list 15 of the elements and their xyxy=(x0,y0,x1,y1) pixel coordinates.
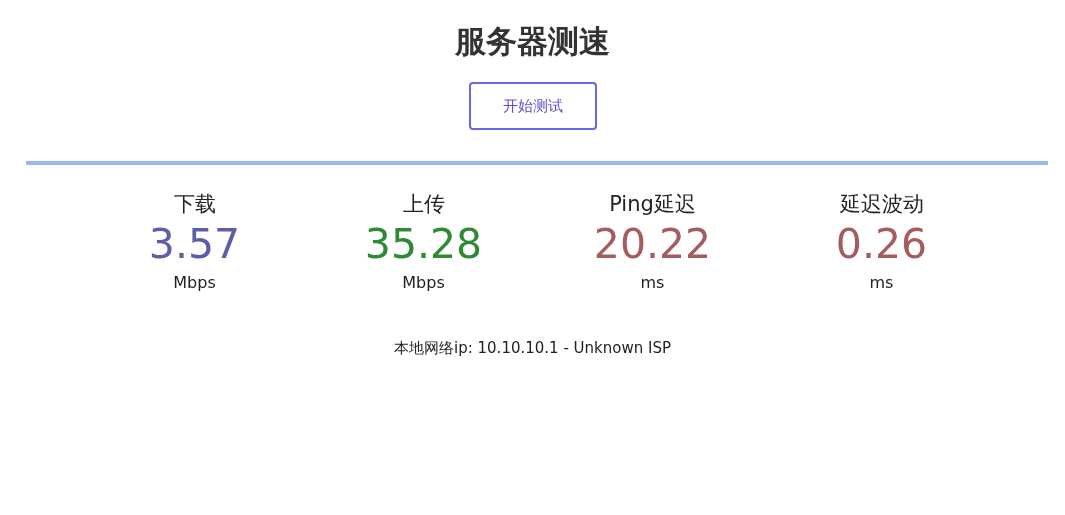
start-test-button[interactable]: 开始测试 xyxy=(468,82,597,130)
metric-value: 35.28 xyxy=(364,219,483,269)
metric-value: 0.26 xyxy=(835,219,928,269)
metric-unit: Mbps xyxy=(402,273,445,293)
page-title: 服务器测速 xyxy=(453,22,611,61)
metric-label: 上传 xyxy=(402,191,445,218)
ip-info-text: 本地网络ip: 10.10.10.1 - Unknown ISP xyxy=(394,338,671,359)
metric-value: 20.22 xyxy=(593,219,712,269)
metric-label: 延迟波动 xyxy=(839,191,924,218)
metric-unit: ms xyxy=(869,273,894,293)
metric-label: 下载 xyxy=(173,191,216,218)
metric-unit: Mbps xyxy=(173,273,216,293)
metric-value: 3.57 xyxy=(148,219,241,269)
metric-label: Ping延迟 xyxy=(609,191,696,218)
metric-unit: ms xyxy=(640,273,665,293)
